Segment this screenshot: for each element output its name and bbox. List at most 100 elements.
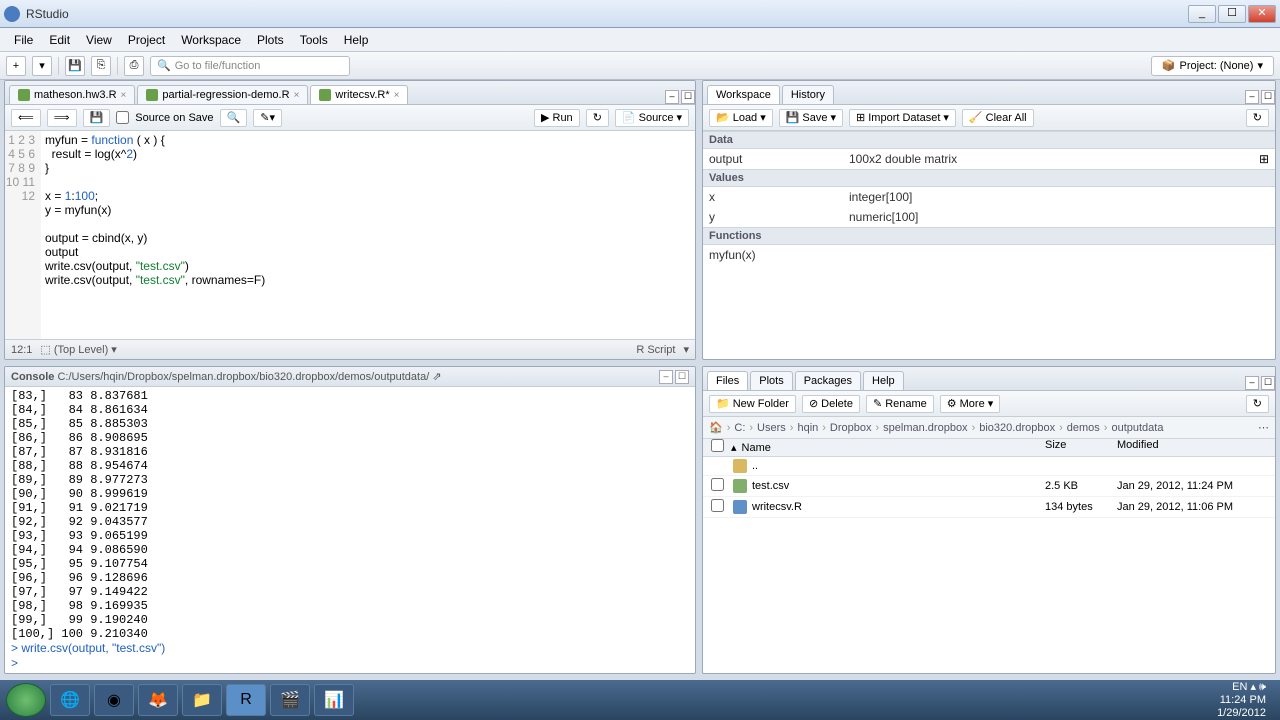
breadcrumb-item[interactable]: spelman.dropbox (883, 422, 967, 434)
window-maximize-button[interactable]: ☐ (1218, 5, 1246, 23)
pane-maximize-button[interactable]: ☐ (681, 90, 695, 104)
refresh-button[interactable]: ↻ (1246, 109, 1269, 127)
file-row-up[interactable]: .. (703, 457, 1275, 476)
taskbar-rstudio-icon[interactable]: R (226, 684, 266, 716)
menu-file[interactable]: File (6, 31, 41, 49)
source-on-save-checkbox[interactable] (116, 111, 129, 124)
file-checkbox[interactable] (711, 478, 724, 491)
pane-minimize-button[interactable]: – (665, 90, 679, 104)
taskbar-ie-icon[interactable]: 🌐 (50, 684, 90, 716)
console-output[interactable]: [83,] 83 8.837681 [84,] 84 8.861634 [85,… (5, 387, 695, 673)
path-browse-icon[interactable]: ⇗ (432, 370, 441, 383)
scope-label[interactable]: (Top Level) (54, 344, 108, 356)
window-close-button[interactable]: ✕ (1248, 5, 1276, 23)
open-file-button[interactable]: ▾ (32, 56, 52, 76)
breadcrumb-item[interactable]: Dropbox (830, 422, 872, 434)
language-label[interactable]: R Script (636, 344, 675, 356)
tab-workspace[interactable]: Workspace (707, 85, 780, 104)
workspace-row[interactable]: output100x2 double matrix⊞ (703, 149, 1275, 169)
taskbar-excel-icon[interactable]: 📊 (314, 684, 354, 716)
delete-button[interactable]: ⊘ Delete (802, 395, 860, 413)
save-ws-button[interactable]: 💾 Save▾ (779, 109, 843, 127)
run-button[interactable]: ▶ Run (534, 109, 580, 127)
menu-workspace[interactable]: Workspace (173, 31, 249, 49)
home-icon[interactable]: 🏠 (709, 421, 723, 434)
tab-history[interactable]: History (782, 85, 834, 104)
breadcrumb-item[interactable]: C: (734, 422, 745, 434)
col-name[interactable]: Name (742, 442, 771, 454)
new-file-button[interactable]: + (6, 56, 26, 76)
taskbar-firefox-icon[interactable]: 🦊 (138, 684, 178, 716)
source-tab-0[interactable]: matheson.hw3.R× (9, 85, 135, 104)
magic-wand-button[interactable]: ✎▾ (253, 109, 282, 127)
sort-icon[interactable]: ▴ (731, 441, 737, 454)
new-folder-button[interactable]: 📁 New Folder (709, 395, 796, 413)
tab-help[interactable]: Help (863, 371, 904, 390)
taskbar-chrome-icon[interactable]: ◉ (94, 684, 134, 716)
menu-project[interactable]: Project (120, 31, 173, 49)
breadcrumb-item[interactable]: demos (1067, 422, 1100, 434)
breadcrumb-item[interactable]: Users (757, 422, 786, 434)
pane-minimize-button[interactable]: – (1245, 376, 1259, 390)
menu-plots[interactable]: Plots (249, 31, 292, 49)
pane-maximize-button[interactable]: ☐ (1261, 376, 1275, 390)
workspace-row[interactable]: xinteger[100] (703, 187, 1275, 207)
code-content[interactable]: myfun = function ( x ) { result = log(x^… (41, 131, 695, 339)
workspace-row[interactable]: ynumeric[100] (703, 207, 1275, 227)
col-size[interactable]: Size (1045, 439, 1117, 456)
import-button[interactable]: ⊞ Import Dataset▾ (849, 109, 956, 127)
clear-button[interactable]: 🧹 Clear All (962, 109, 1034, 127)
workspace-row[interactable]: myfun(x) (703, 245, 1275, 265)
file-checkbox[interactable] (711, 499, 724, 512)
menu-edit[interactable]: Edit (41, 31, 78, 49)
breadcrumb-item[interactable]: bio320.dropbox (979, 422, 1055, 434)
taskbar-media-icon[interactable]: 🎬 (270, 684, 310, 716)
source-button[interactable]: 📄 Source ▾ (615, 109, 689, 127)
print-button[interactable]: ⎙ (124, 56, 144, 76)
taskbar-explorer-icon[interactable]: 📁 (182, 684, 222, 716)
back-button[interactable]: ⟸ (11, 109, 41, 127)
pane-maximize-button[interactable]: ☐ (1261, 90, 1275, 104)
goto-function-input[interactable]: 🔍 Go to file/function (150, 56, 350, 76)
file-row[interactable]: test.csv 2.5 KB Jan 29, 2012, 11:24 PM (703, 476, 1275, 497)
window-minimize-button[interactable]: _ (1188, 5, 1216, 23)
pane-minimize-button[interactable]: – (1245, 90, 1259, 104)
code-editor[interactable]: 1 2 3 4 5 6 7 8 9 10 11 12 myfun = funct… (5, 131, 695, 339)
tab-packages[interactable]: Packages (795, 371, 861, 390)
pane-minimize-button[interactable]: – (659, 370, 673, 384)
save-button[interactable]: 💾 (65, 56, 85, 76)
tab-plots[interactable]: Plots (750, 371, 792, 390)
close-icon[interactable]: × (121, 90, 127, 101)
select-all-checkbox[interactable] (711, 439, 724, 452)
grid-icon[interactable]: ⊞ (1259, 152, 1269, 166)
file-row[interactable]: writecsv.R 134 bytes Jan 29, 2012, 11:06… (703, 497, 1275, 518)
tab-files[interactable]: Files (707, 371, 748, 390)
menu-view[interactable]: View (78, 31, 120, 49)
col-modified[interactable]: Modified (1117, 439, 1275, 456)
find-button[interactable]: 🔍 (220, 109, 248, 127)
close-icon[interactable]: × (294, 90, 300, 101)
source-tab-1[interactable]: partial-regression-demo.R× (137, 85, 308, 104)
source-tab-2[interactable]: writecsv.R*× (310, 85, 408, 104)
menu-tools[interactable]: Tools (292, 31, 336, 49)
refresh-files-button[interactable]: ↻ (1246, 395, 1269, 413)
rename-button[interactable]: ✎ Rename (866, 395, 934, 413)
save-source-button[interactable]: 💾 (83, 109, 111, 127)
load-button[interactable]: 📂 Load▾ (709, 109, 773, 127)
more-button[interactable]: ⚙ More▾ (940, 395, 1000, 413)
files-toolbar: 📁 New Folder ⊘ Delete ✎ Rename ⚙ More▾ ↻ (703, 391, 1275, 417)
rerun-button[interactable]: ↻ (586, 109, 609, 127)
save-all-button[interactable]: ⎘ (91, 56, 111, 76)
start-button[interactable] (6, 683, 46, 717)
clear-label: Clear All (986, 112, 1027, 124)
breadcrumb-item[interactable]: outputdata (1111, 422, 1163, 434)
close-icon[interactable]: × (394, 90, 400, 101)
forward-button[interactable]: ⟹ (47, 109, 77, 127)
pane-maximize-button[interactable]: ☐ (675, 370, 689, 384)
breadcrumb-item[interactable]: hqin (797, 422, 818, 434)
menu-help[interactable]: Help (336, 31, 377, 49)
system-tray[interactable]: EN ▴ 🕪 11:24 PM 1/29/2012 (1209, 681, 1274, 720)
project-button[interactable]: 📦 Project: (None) ▾ (1151, 56, 1274, 76)
tray-lang: EN (1232, 681, 1247, 693)
breadcrumb-more-icon[interactable]: ⋯ (1258, 421, 1269, 434)
